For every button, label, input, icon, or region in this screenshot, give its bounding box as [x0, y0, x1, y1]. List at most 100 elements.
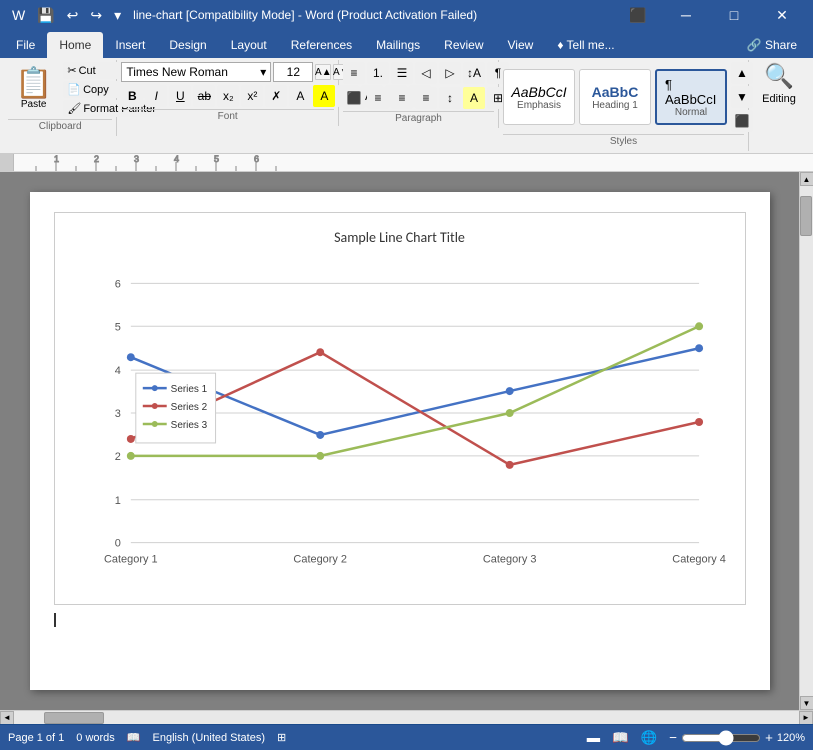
scroll-left-button[interactable]: ◄ [0, 711, 14, 725]
scroll-thumb[interactable] [800, 196, 812, 236]
minimize-button[interactable]: ─ [663, 0, 709, 30]
scroll-right-button[interactable]: ► [799, 711, 813, 725]
svg-text:Category 1: Category 1 [104, 554, 158, 566]
undo-button[interactable]: ↩ [63, 5, 83, 26]
tab-layout[interactable]: Layout [219, 32, 279, 58]
redo-button[interactable]: ↪ [86, 5, 106, 26]
clear-format-button[interactable]: ✗ [265, 85, 287, 107]
svg-text:1: 1 [54, 154, 59, 164]
status-bar: Page 1 of 1 0 words 📖 English (United St… [0, 724, 813, 750]
superscript-button[interactable]: x² [241, 85, 263, 107]
style-heading1-label: Heading 1 [592, 100, 638, 111]
h-scroll-track[interactable] [14, 711, 799, 724]
font-grow-button[interactable]: A▲ [315, 64, 331, 80]
svg-text:6: 6 [254, 154, 259, 164]
tab-file[interactable]: File [4, 32, 47, 58]
save-button[interactable]: 💾 [33, 5, 58, 26]
page-indicator: Page 1 of 1 [8, 732, 64, 744]
style-heading1-preview: AaBbC [592, 84, 639, 100]
language-indicator: English (United States) [153, 732, 266, 744]
document-scroll-area[interactable]: Sample Line Chart Title [0, 172, 799, 710]
align-center-button[interactable]: ≡ [367, 87, 389, 109]
svg-text:2: 2 [114, 451, 120, 463]
scroll-up-button[interactable]: ▲ [800, 172, 813, 186]
zoom-control: − + 120% [669, 730, 805, 746]
tab-references[interactable]: References [279, 32, 364, 58]
ribbon-collapse-button[interactable]: ⬛ [615, 0, 661, 30]
bullets-button[interactable]: ≡ [343, 62, 365, 84]
web-layout-button[interactable]: 🌐 [641, 730, 658, 746]
align-right-button[interactable]: ≡ [391, 87, 413, 109]
font-name-selector[interactable]: Times New Roman ▾ [121, 62, 271, 82]
ribbon-tabs: File Home Insert Design Layout Reference… [0, 30, 813, 58]
tab-view[interactable]: View [496, 32, 546, 58]
cursor-indicator [54, 613, 56, 627]
italic-button[interactable]: I [145, 85, 167, 107]
paste-icon: 📋 [15, 69, 52, 99]
zoom-out-button[interactable]: − [669, 730, 677, 745]
text-highlight-button[interactable]: A [313, 85, 335, 107]
print-layout-button[interactable]: ▬ [587, 730, 600, 745]
tab-design[interactable]: Design [157, 32, 218, 58]
bottom-area: ◄ ► Page 1 of 1 0 words 📖 English (Unite… [0, 710, 813, 750]
line-spacing-button[interactable]: ↕ [439, 87, 461, 109]
style-heading1[interactable]: AaBbC Heading 1 [579, 69, 651, 125]
svg-text:Series 3: Series 3 [170, 420, 207, 431]
style-emphasis[interactable]: AaBbCcI Emphasis [503, 69, 575, 125]
vertical-scrollbar[interactable]: ▲ ▼ [799, 172, 813, 710]
paragraph-label: Paragraph [343, 111, 494, 126]
zoom-in-button[interactable]: + [765, 730, 773, 745]
h-scroll-thumb[interactable] [44, 712, 104, 724]
tab-insert[interactable]: Insert [103, 32, 157, 58]
close-button[interactable]: ✕ [759, 0, 805, 30]
chart-title: Sample Line Chart Title [71, 229, 729, 246]
styles-label: Styles [503, 134, 744, 149]
decrease-indent-button[interactable]: ◁ [415, 62, 437, 84]
svg-text:6: 6 [114, 278, 120, 290]
strikethrough-button[interactable]: ab [193, 85, 215, 107]
bold-button[interactable]: B [121, 85, 143, 107]
scroll-down-button[interactable]: ▼ [800, 696, 813, 710]
style-normal[interactable]: ¶ AaBbCcI Normal [655, 69, 727, 125]
word-icon[interactable]: W [8, 5, 29, 25]
document-page: Sample Line Chart Title [30, 192, 770, 690]
tab-home[interactable]: Home [47, 32, 103, 58]
style-normal-label: Normal [675, 107, 707, 118]
chart-container: Sample Line Chart Title [54, 212, 746, 605]
customize-qa-button[interactable]: ▾ [110, 5, 125, 26]
shading-button[interactable]: A [463, 87, 485, 109]
text-effects-button[interactable]: A [289, 85, 311, 107]
title-bar: W 💾 ↩ ↪ ▾ line-chart [Compatibility Mode… [0, 0, 813, 30]
font-group: Times New Roman ▾ 12 A▲ A▼ B I U ab x₂ x… [117, 60, 339, 126]
tab-mailings[interactable]: Mailings [364, 32, 432, 58]
font-size-value: 12 [287, 65, 300, 79]
style-normal-preview: ¶ AaBbCcI [665, 77, 717, 107]
paste-button[interactable]: 📋 Paste [8, 66, 59, 113]
underline-button[interactable]: U [169, 85, 191, 107]
editing-icon: 🔍 [764, 62, 794, 91]
tab-review[interactable]: Review [432, 32, 495, 58]
clipboard-label: Clipboard [8, 119, 112, 134]
justify-button[interactable]: ≡ [415, 87, 437, 109]
align-left-button[interactable]: ⬛ [343, 87, 365, 109]
restore-button[interactable]: □ [711, 0, 757, 30]
scroll-track[interactable] [800, 186, 813, 696]
numbering-button[interactable]: 1. [367, 62, 389, 84]
svg-text:2: 2 [94, 154, 99, 164]
zoom-slider[interactable] [681, 730, 761, 746]
svg-text:Series 1: Series 1 [170, 384, 207, 395]
share-button[interactable]: 🔗 Share [735, 32, 809, 58]
font-label: Font [121, 109, 334, 124]
subscript-button[interactable]: x₂ [217, 85, 239, 107]
multilevel-list-button[interactable]: ☰ [391, 62, 413, 84]
increase-indent-button[interactable]: ▷ [439, 62, 461, 84]
read-mode-button[interactable]: 📖 [612, 730, 629, 746]
sort-button[interactable]: ↕A [463, 62, 485, 84]
svg-text:0: 0 [114, 538, 120, 550]
svg-text:4: 4 [114, 365, 120, 377]
chart-area: 0 1 2 3 4 5 6 Category 1 Category 2 Cate… [71, 258, 729, 588]
macro-icon: ⊞ [277, 731, 286, 744]
tab-tell-me[interactable]: ♦ Tell me... [545, 32, 626, 58]
font-size-selector[interactable]: 12 [273, 62, 313, 82]
horizontal-scrollbar[interactable]: ◄ ► [0, 710, 813, 724]
